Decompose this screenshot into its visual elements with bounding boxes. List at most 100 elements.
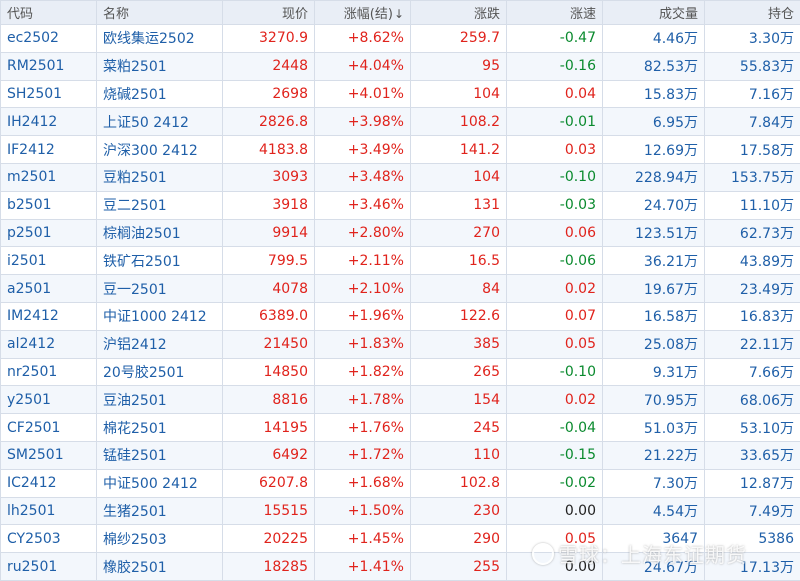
table-row[interactable]: i2501铁矿石2501799.5+2.11%16.5-0.0636.21万43…	[1, 247, 800, 275]
cell-open-interest: 23.49万	[705, 275, 800, 303]
cell-open-interest: 68.06万	[705, 386, 800, 414]
cell-open-interest: 7.49万	[705, 497, 800, 525]
table-row[interactable]: RM2501菜粕25012448+4.04%95-0.1682.53万55.83…	[1, 52, 800, 80]
cell-volume: 16.58万	[603, 302, 705, 330]
cell-change: 245	[411, 414, 507, 442]
cell-change: 154	[411, 386, 507, 414]
cell-speed: 0.04	[507, 80, 603, 108]
cell-change-pct: +4.04%	[315, 52, 411, 80]
table-row[interactable]: CF2501棉花250114195+1.76%245-0.0451.03万53.…	[1, 414, 800, 442]
table-row[interactable]: p2501棕榈油25019914+2.80%2700.06123.51万62.7…	[1, 219, 800, 247]
table-row[interactable]: IH2412上证50 24122826.8+3.98%108.2-0.016.9…	[1, 108, 800, 136]
cell-name: 生猪2501	[97, 497, 223, 525]
table-row[interactable]: IM2412中证1000 24126389.0+1.96%122.60.0716…	[1, 302, 800, 330]
cell-price: 21450	[223, 330, 315, 358]
cell-code: al2412	[1, 330, 97, 358]
table-row[interactable]: y2501豆油25018816+1.78%1540.0270.95万68.06万	[1, 386, 800, 414]
cell-change: 104	[411, 163, 507, 191]
table-row[interactable]: CY2503棉纱250320225+1.45%2900.0536475386	[1, 525, 800, 553]
cell-speed: -0.47	[507, 25, 603, 53]
cell-speed: -0.10	[507, 358, 603, 386]
cell-code: a2501	[1, 275, 97, 303]
cell-price: 3093	[223, 163, 315, 191]
cell-name: 菜粕2501	[97, 52, 223, 80]
cell-code: b2501	[1, 191, 97, 219]
header-price[interactable]: 现价	[223, 1, 315, 25]
cell-price: 2698	[223, 80, 315, 108]
cell-open-interest: 5386	[705, 525, 800, 553]
cell-volume: 21.22万	[603, 441, 705, 469]
cell-code: lh2501	[1, 497, 97, 525]
cell-name: 铁矿石2501	[97, 247, 223, 275]
cell-price: 2826.8	[223, 108, 315, 136]
cell-change: 84	[411, 275, 507, 303]
cell-speed: 0.02	[507, 275, 603, 303]
cell-change: 16.5	[411, 247, 507, 275]
cell-name: 上证50 2412	[97, 108, 223, 136]
cell-change: 259.7	[411, 25, 507, 53]
table-row[interactable]: SM2501锰硅25016492+1.72%110-0.1521.22万33.6…	[1, 441, 800, 469]
table-row[interactable]: b2501豆二25013918+3.46%131-0.0324.70万11.10…	[1, 191, 800, 219]
table-row[interactable]: IC2412中证500 24126207.8+1.68%102.8-0.027.…	[1, 469, 800, 497]
cell-speed: 0.07	[507, 302, 603, 330]
cell-price: 18285	[223, 553, 315, 581]
cell-change-pct: +1.72%	[315, 441, 411, 469]
cell-open-interest: 17.13万	[705, 553, 800, 581]
cell-speed: -0.04	[507, 414, 603, 442]
cell-change: 141.2	[411, 136, 507, 164]
cell-change: 290	[411, 525, 507, 553]
table-row[interactable]: ec2502欧线集运25023270.9+8.62%259.7-0.474.46…	[1, 25, 800, 53]
table-row[interactable]: IF2412沪深300 24124183.8+3.49%141.20.0312.…	[1, 136, 800, 164]
cell-volume: 228.94万	[603, 163, 705, 191]
header-code[interactable]: 代码	[1, 1, 97, 25]
table-row[interactable]: a2501豆一25014078+2.10%840.0219.67万23.49万	[1, 275, 800, 303]
cell-code: IC2412	[1, 469, 97, 497]
cell-volume: 123.51万	[603, 219, 705, 247]
header-change-pct[interactable]: 涨幅(结)↓	[315, 1, 411, 25]
cell-speed: 0.00	[507, 553, 603, 581]
cell-volume: 3647	[603, 525, 705, 553]
header-speed[interactable]: 涨速	[507, 1, 603, 25]
header-open-interest[interactable]: 持仓	[705, 1, 800, 25]
table-row[interactable]: SH2501烧碱25012698+4.01%1040.0415.83万7.16万	[1, 80, 800, 108]
cell-change: 102.8	[411, 469, 507, 497]
cell-price: 8816	[223, 386, 315, 414]
cell-price: 20225	[223, 525, 315, 553]
cell-change-pct: +2.11%	[315, 247, 411, 275]
cell-price: 3918	[223, 191, 315, 219]
cell-speed: -0.15	[507, 441, 603, 469]
table-row[interactable]: al2412沪铝241221450+1.83%3850.0525.08万22.1…	[1, 330, 800, 358]
cell-change-pct: +3.49%	[315, 136, 411, 164]
table-row[interactable]: m2501豆粕25013093+3.48%104-0.10228.94万153.…	[1, 163, 800, 191]
futures-quote-table: 代码 名称 现价 涨幅(结)↓ 涨跌 涨速 成交量 持仓 ec2502欧线集运2…	[0, 0, 800, 581]
cell-open-interest: 7.16万	[705, 80, 800, 108]
table-row[interactable]: nr250120号胶250114850+1.82%265-0.109.31万7.…	[1, 358, 800, 386]
header-name[interactable]: 名称	[97, 1, 223, 25]
cell-name: 豆二2501	[97, 191, 223, 219]
cell-code: IH2412	[1, 108, 97, 136]
cell-change: 270	[411, 219, 507, 247]
cell-change-pct: +1.50%	[315, 497, 411, 525]
cell-volume: 24.70万	[603, 191, 705, 219]
cell-code: IF2412	[1, 136, 97, 164]
cell-volume: 19.67万	[603, 275, 705, 303]
cell-open-interest: 7.84万	[705, 108, 800, 136]
header-change[interactable]: 涨跌	[411, 1, 507, 25]
cell-code: SH2501	[1, 80, 97, 108]
table-row[interactable]: ru2501橡胶250118285+1.41%2550.0024.67万17.1…	[1, 553, 800, 581]
cell-price: 6492	[223, 441, 315, 469]
cell-price: 4078	[223, 275, 315, 303]
cell-change: 385	[411, 330, 507, 358]
cell-code: SM2501	[1, 441, 97, 469]
cell-price: 4183.8	[223, 136, 315, 164]
table-row[interactable]: lh2501生猪250115515+1.50%2300.004.54万7.49万	[1, 497, 800, 525]
cell-volume: 4.54万	[603, 497, 705, 525]
cell-speed: -0.10	[507, 163, 603, 191]
cell-name: 豆一2501	[97, 275, 223, 303]
cell-open-interest: 7.66万	[705, 358, 800, 386]
cell-code: IM2412	[1, 302, 97, 330]
cell-code: CF2501	[1, 414, 97, 442]
header-volume[interactable]: 成交量	[603, 1, 705, 25]
cell-change-pct: +1.45%	[315, 525, 411, 553]
cell-speed: 0.06	[507, 219, 603, 247]
